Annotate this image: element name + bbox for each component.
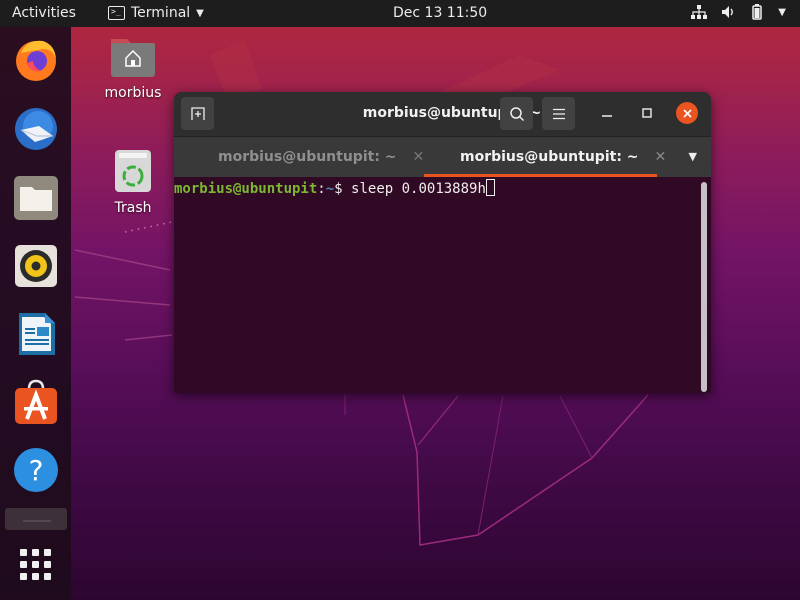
app-menu-label: Terminal (131, 5, 191, 21)
app-menu[interactable]: >_ Terminal ▼ (108, 5, 204, 21)
desktop-icon-label: morbius (104, 85, 162, 101)
svg-text:?: ? (29, 454, 44, 487)
dock-item-writer[interactable] (13, 311, 59, 357)
prompt-line: morbius@ubuntupit:~$ sleep 0.0013889h (174, 179, 711, 197)
dock-item-files[interactable] (13, 175, 59, 221)
trash-icon (115, 150, 151, 192)
close-button[interactable] (676, 102, 698, 124)
tab-2[interactable]: morbius@ubuntupit: ~ ✕ (460, 137, 666, 177)
text-cursor (485, 179, 495, 196)
dock-item-help[interactable]: ? (13, 447, 59, 493)
writer-icon (19, 313, 55, 355)
help-icon: ? (14, 448, 58, 492)
new-tab-button[interactable] (181, 97, 214, 130)
desktop-icon-label: Trash (114, 200, 152, 216)
command-text: sleep 0.0013889h (351, 181, 486, 197)
clock[interactable]: Dec 13 11:50 (393, 5, 487, 21)
tab-close-icon[interactable]: ✕ (655, 149, 667, 165)
hamburger-menu-icon (552, 108, 565, 119)
terminal-output[interactable]: morbius@ubuntupit:~$ sleep 0.0013889h (174, 177, 711, 393)
prompt-symbol: $ (334, 181, 352, 197)
tab-list-dropdown-icon[interactable]: ▼ (689, 150, 697, 163)
files-icon (14, 176, 58, 220)
firefox-icon (16, 40, 56, 81)
dock: ? (0, 27, 71, 600)
terminal-headerbar[interactable]: morbius@ubuntupit: ~ (174, 92, 711, 137)
top-bar: Activities >_ Terminal ▼ Dec 13 11:50 ▼ (0, 0, 800, 27)
tab-label: morbius@ubuntupit: ~ (460, 149, 639, 165)
activities-button[interactable]: Activities (12, 5, 76, 21)
search-button[interactable] (500, 97, 533, 130)
minimize-icon (602, 115, 612, 117)
terminal-window[interactable]: morbius@ubuntupit: ~ morbius@ubuntupit: … (174, 92, 711, 393)
system-tray[interactable]: ▼ (691, 4, 786, 20)
tab-bar: morbius@ubuntupit: ~ ✕ morbius@ubuntupit… (174, 137, 711, 177)
dock-item-firefox[interactable] (13, 37, 59, 83)
dock-item-thunderbird[interactable] (13, 106, 59, 152)
new-tab-icon (190, 106, 205, 120)
rhythmbox-icon (15, 245, 57, 287)
menu-button[interactable] (542, 97, 575, 130)
battery-icon (752, 4, 763, 20)
software-icon (15, 379, 57, 424)
close-icon (682, 108, 692, 118)
chevron-down-icon: ▼ (196, 7, 204, 19)
tab-close-icon[interactable]: ✕ (413, 149, 425, 165)
desktop-icon-home[interactable]: morbius (100, 35, 166, 101)
maximize-icon (642, 108, 652, 118)
desktop-icon-trash[interactable]: Trash (100, 148, 166, 216)
maximize-button[interactable] (636, 102, 658, 124)
prompt-user-host: morbius@ubuntupit (174, 181, 318, 197)
system-menu-caret-icon: ▼ (778, 6, 786, 18)
terminal-icon: >_ (108, 6, 125, 20)
thunderbird-icon (15, 108, 57, 150)
volume-icon (722, 6, 734, 18)
scrollbar[interactable] (701, 182, 707, 392)
tab-1[interactable]: morbius@ubuntupit: ~ ✕ (218, 137, 424, 177)
home-folder-icon (111, 39, 155, 77)
minimize-button[interactable] (596, 102, 618, 124)
network-icon (691, 5, 708, 19)
prompt-path: ~ (325, 181, 335, 197)
dock-item-software[interactable] (13, 379, 59, 425)
show-applications-icon[interactable] (20, 549, 52, 581)
search-icon (509, 106, 524, 121)
prompt-separator: : (317, 181, 326, 197)
dock-separator (5, 508, 67, 530)
dock-item-rhythmbox[interactable] (13, 243, 59, 289)
tab-label: morbius@ubuntupit: ~ (218, 149, 397, 165)
